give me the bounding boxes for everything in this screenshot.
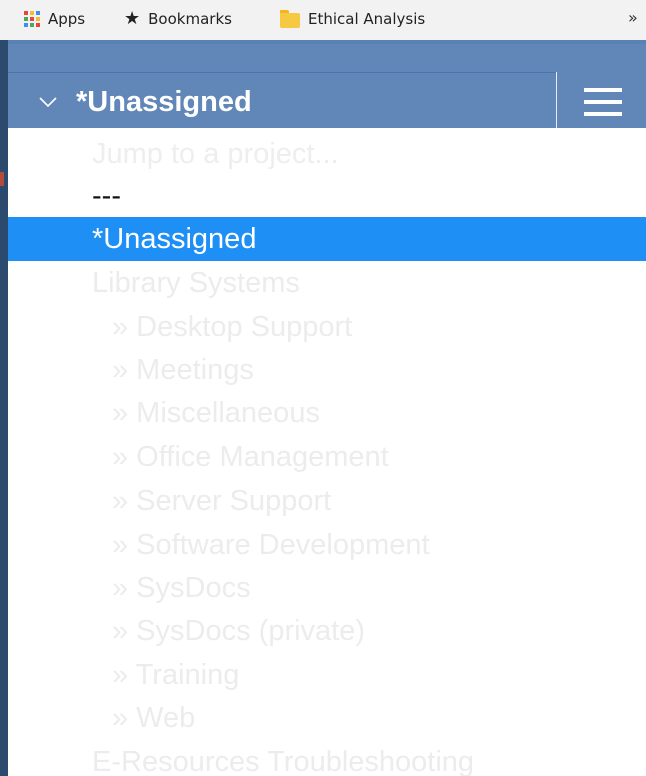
- folder-icon: [280, 10, 300, 28]
- header-rule: [8, 72, 556, 73]
- folder-label: Ethical Analysis: [308, 10, 426, 28]
- project-option-software-development[interactable]: » Software Development: [8, 523, 646, 567]
- hamburger-menu-icon[interactable]: [580, 82, 626, 122]
- bookmarks-bar: Apps ★ Bookmarks Ethical Analysis »: [0, 0, 646, 40]
- page-edge-mark: [0, 172, 4, 186]
- bookmarks-label: Bookmarks: [148, 10, 232, 28]
- bookmarks-bookmark[interactable]: ★ Bookmarks: [124, 8, 232, 30]
- ethical-analysis-folder[interactable]: Ethical Analysis: [280, 8, 425, 30]
- bookmarks-overflow-icon[interactable]: »: [628, 8, 638, 27]
- star-icon: ★: [124, 8, 141, 29]
- page-edge: [0, 40, 8, 776]
- project-option-training[interactable]: » Training: [8, 653, 646, 697]
- project-option-library-systems[interactable]: Library Systems: [8, 261, 646, 305]
- selected-project-name: *Unassigned: [76, 85, 252, 118]
- project-selector[interactable]: *Unassigned: [38, 82, 252, 122]
- project-option-miscellaneous[interactable]: » Miscellaneous: [8, 391, 646, 435]
- project-header: *Unassigned: [8, 40, 646, 132]
- header-divider: [556, 72, 557, 132]
- project-option-server-support[interactable]: » Server Support: [8, 479, 646, 523]
- project-dropdown: Jump to a project... --- *Unassigned Lib…: [8, 128, 646, 776]
- chevron-down-icon: [39, 97, 57, 108]
- apps-grid-icon: [24, 11, 40, 27]
- apps-label: Apps: [48, 10, 86, 28]
- project-option-desktop-support[interactable]: » Desktop Support: [8, 305, 646, 349]
- project-option-unassigned[interactable]: *Unassigned: [8, 217, 646, 261]
- project-option-meetings[interactable]: » Meetings: [8, 348, 646, 392]
- project-option-web[interactable]: » Web: [8, 696, 646, 740]
- project-option-sysdocs-private[interactable]: » SysDocs (private): [8, 609, 646, 653]
- project-option-office-management[interactable]: » Office Management: [8, 435, 646, 479]
- jump-to-project-placeholder: Jump to a project...: [92, 138, 339, 170]
- project-option-e-resources-troubleshooting[interactable]: E-Resources Troubleshooting: [8, 740, 646, 776]
- apps-bookmark[interactable]: Apps: [24, 8, 85, 30]
- dropdown-separator: ---: [92, 180, 121, 212]
- project-option-sysdocs[interactable]: » SysDocs: [8, 566, 646, 610]
